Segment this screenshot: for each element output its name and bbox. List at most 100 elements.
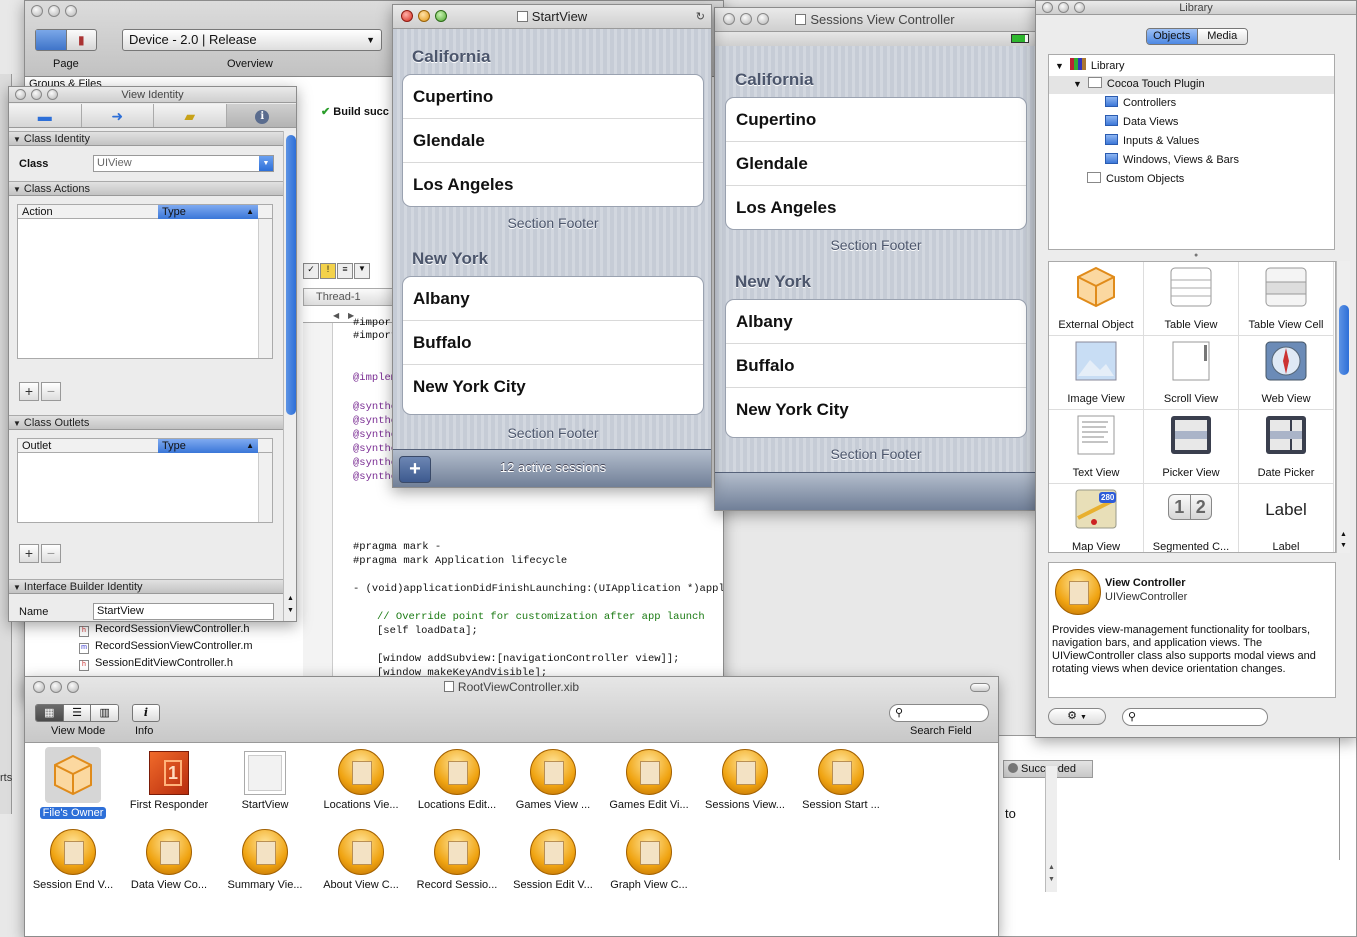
class-outlets-header[interactable]: ▼ Class Outlets xyxy=(9,415,296,430)
library-action-button[interactable]: ⚙ ▼ xyxy=(1048,708,1106,725)
minimize-icon[interactable] xyxy=(418,10,430,22)
list-view-icon[interactable]: ☰ xyxy=(63,705,92,721)
rotate-icon[interactable]: ↻ xyxy=(696,10,705,23)
icon-view-icon[interactable]: ▦ xyxy=(36,705,64,721)
table-cell[interactable]: Albany xyxy=(726,300,1026,344)
file-item[interactable]: m RecordSessionViewController.m xyxy=(79,640,253,657)
table-scrollbar[interactable] xyxy=(258,453,272,522)
type-column-header[interactable]: Type ▲ xyxy=(158,439,258,453)
page-segmented-control[interactable]: ▮ xyxy=(35,29,97,51)
add-outlet-button[interactable]: + xyxy=(19,544,39,563)
class-combo[interactable]: UIView ▼ xyxy=(93,155,274,172)
list-icon[interactable]: ≡ xyxy=(337,263,353,279)
tab-identity[interactable]: i xyxy=(226,104,296,127)
actions-table[interactable]: Action Type ▲ xyxy=(17,204,273,359)
library-item-picker-view[interactable]: Picker View xyxy=(1144,410,1239,484)
remove-action-button[interactable]: − xyxy=(41,382,61,401)
tree-item-controllers[interactable]: Controllers xyxy=(1105,96,1176,109)
xib-search-input[interactable]: ⚲ xyxy=(889,704,989,722)
table-cell[interactable]: Cupertino xyxy=(403,75,703,119)
disclosure-open-icon[interactable]: ▼ xyxy=(1055,61,1064,71)
table-cell[interactable]: Los Angeles xyxy=(726,186,1026,229)
tree-item-library[interactable]: ▼ Library xyxy=(1055,58,1125,72)
toolbar-toggle-button[interactable] xyxy=(970,683,990,692)
xib-item-games-view[interactable]: Games View ... xyxy=(505,743,601,811)
combo-arrow-icon[interactable]: ▼ xyxy=(259,156,273,171)
library-window-controls[interactable] xyxy=(1042,2,1085,13)
scroll-arrows-icon[interactable]: ▲ ▼ xyxy=(1337,529,1350,551)
dropdown-icon[interactable]: ▼ xyxy=(354,263,370,279)
view-mode-control[interactable]: ▦ ☰ ▥ xyxy=(35,704,119,722)
startview-table-view[interactable]: California Cupertino Glendale Los Angele… xyxy=(393,29,711,449)
table-cell[interactable]: Albany xyxy=(403,277,703,321)
library-item-external-object[interactable]: External Object xyxy=(1049,262,1144,336)
library-item-label[interactable]: Label Label xyxy=(1239,484,1334,552)
add-action-button[interactable]: + xyxy=(19,382,39,401)
tab-size[interactable]: ▰ xyxy=(154,104,227,127)
sessions-table-view[interactable]: California Cupertino Glendale Los Angele… xyxy=(715,46,1035,472)
page-build-icon[interactable]: ▮ xyxy=(67,30,97,50)
class-identity-header[interactable]: ▼ Class Identity xyxy=(9,131,296,146)
table-cell[interactable]: Glendale xyxy=(726,142,1026,186)
xib-item-startview[interactable]: StartView xyxy=(217,743,313,811)
tab-connections[interactable]: ➜ xyxy=(82,104,154,127)
type-column-header[interactable]: Type ▲ xyxy=(158,205,258,219)
xib-item-locations-view[interactable]: Locations Vie... xyxy=(313,743,409,811)
library-grid-scrollbar[interactable]: ▲ ▼ xyxy=(1336,261,1350,553)
table-cell[interactable]: New York City xyxy=(403,365,703,409)
device-selector[interactable]: Device - 2.0 | Release ▼ xyxy=(122,29,382,51)
xib-item-locations-edit[interactable]: Locations Edit... xyxy=(409,743,505,811)
tab-attributes[interactable]: ▬ xyxy=(9,104,82,127)
xib-item-session-start[interactable]: Session Start ... xyxy=(793,743,889,811)
library-item-image-view[interactable]: Image View xyxy=(1049,336,1144,410)
xib-item-session-end[interactable]: Session End V... xyxy=(25,823,121,891)
close-icon[interactable] xyxy=(401,10,413,22)
xib-item-summary-view[interactable]: Summary Vie... xyxy=(217,823,313,891)
file-item[interactable]: h RecordSessionViewController.h xyxy=(79,623,253,640)
sessions-window-controls[interactable] xyxy=(723,13,769,25)
scroll-arrows-icon[interactable]: ▲ ▼ xyxy=(284,593,296,617)
outlet-column-header[interactable]: Outlet xyxy=(22,439,51,453)
xib-item-files-owner[interactable]: File's Owner xyxy=(25,743,121,819)
name-field[interactable]: StartView xyxy=(93,603,274,620)
table-cell[interactable]: Los Angeles xyxy=(403,163,703,206)
xib-item-about-view[interactable]: About View C... xyxy=(313,823,409,891)
table-cell[interactable]: Glendale xyxy=(403,119,703,163)
library-item-table-view-cell[interactable]: Table View Cell xyxy=(1239,262,1334,336)
split-handle[interactable]: ● xyxy=(1194,252,1198,259)
table-scrollbar[interactable] xyxy=(258,219,272,358)
scroll-thumb[interactable] xyxy=(286,135,296,415)
table-cell[interactable]: Buffalo xyxy=(403,321,703,365)
xib-item-record-session[interactable]: Record Sessio... xyxy=(409,823,505,891)
xib-item-first-responder[interactable]: 1 First Responder xyxy=(121,743,217,811)
inspector-scrollbar[interactable]: ▲ ▼ xyxy=(283,131,296,621)
library-search-input[interactable]: ⚲ xyxy=(1122,708,1268,726)
tree-item-data-views[interactable]: Data Views xyxy=(1105,115,1178,128)
class-actions-header[interactable]: ▼ Class Actions xyxy=(9,181,296,196)
scroll-thumb[interactable] xyxy=(1339,305,1349,375)
xib-item-data-view[interactable]: Data View Co... xyxy=(121,823,217,891)
action-column-header[interactable]: Action xyxy=(22,205,53,219)
tree-item-inputs-values[interactable]: Inputs & Values xyxy=(1105,134,1199,147)
startview-window-controls[interactable] xyxy=(401,10,447,22)
disclosure-open-icon[interactable]: ▼ xyxy=(1073,79,1082,89)
xib-item-graph-view[interactable]: Graph View C... xyxy=(601,823,697,891)
page-editor-icon[interactable] xyxy=(36,30,67,50)
remove-outlet-button[interactable]: − xyxy=(41,544,61,563)
xib-item-session-edit[interactable]: Session Edit V... xyxy=(505,823,601,891)
xib-item-games-edit-view[interactable]: Games Edit Vi... xyxy=(601,743,697,811)
outlets-table[interactable]: Outlet Type ▲ xyxy=(17,438,273,523)
library-item-date-picker[interactable]: Date Picker xyxy=(1239,410,1334,484)
table-cell[interactable]: New York City xyxy=(726,388,1026,432)
inspector-window-controls[interactable] xyxy=(15,89,58,100)
tree-item-cocoa-touch[interactable]: ▼ Cocoa Touch Plugin xyxy=(1049,76,1334,94)
library-item-map-view[interactable]: 280 Map View xyxy=(1049,484,1144,552)
check-box-icon[interactable]: ✓ xyxy=(303,263,319,279)
xib-item-sessions-view[interactable]: Sessions View... xyxy=(697,743,793,811)
xcode-window-controls[interactable] xyxy=(31,5,77,17)
zoom-icon[interactable] xyxy=(435,10,447,22)
tree-item-windows-views-bars[interactable]: Windows, Views & Bars xyxy=(1105,153,1239,166)
column-view-icon[interactable]: ▥ xyxy=(91,705,118,721)
tab-media[interactable]: Media xyxy=(1197,29,1247,44)
scrollbar[interactable]: ▲ ▼ xyxy=(1045,766,1057,892)
